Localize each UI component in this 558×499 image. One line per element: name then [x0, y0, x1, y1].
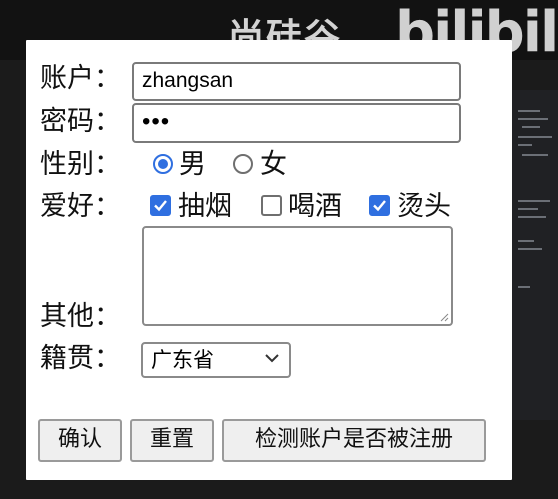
hobby-drinking-checkbox[interactable]: [261, 195, 282, 216]
hometown-select[interactable]: 广东省: [141, 342, 291, 378]
hobby-smoking-label: 抽烟: [178, 191, 232, 222]
checkmark-icon: [154, 200, 167, 212]
code-editor-strip: [512, 90, 558, 420]
account-input[interactable]: zhangsan: [132, 62, 461, 101]
gender-female-label: 女: [260, 149, 287, 180]
gender-label: 性别：: [40, 149, 121, 180]
other-textarea[interactable]: [142, 226, 453, 326]
other-label: 其他：: [40, 301, 121, 332]
gender-male-radio[interactable]: [153, 154, 173, 174]
gender-female-radio[interactable]: [233, 154, 253, 174]
hobby-smoking-checkbox[interactable]: [150, 195, 171, 216]
hometown-selected-value: 广东省: [151, 348, 214, 372]
chevron-down-icon: [265, 354, 279, 363]
registration-form: 账户： zhangsan 密码： ••• 性别： 男 女 爱好： 抽烟 喝酒 烫…: [26, 40, 512, 480]
hometown-label: 籍贯：: [40, 343, 121, 374]
gender-male-label: 男: [179, 149, 206, 180]
password-input[interactable]: •••: [132, 103, 461, 143]
check-account-button[interactable]: 检测账户是否被注册: [222, 419, 486, 462]
confirm-button[interactable]: 确认: [38, 419, 122, 462]
hobby-perm-checkbox[interactable]: [369, 195, 390, 216]
account-label: 账户：: [40, 63, 121, 94]
reset-button[interactable]: 重置: [130, 419, 214, 462]
checkmark-icon: [373, 200, 386, 212]
hobby-drinking-label: 喝酒: [288, 191, 342, 222]
hobby-perm-label: 烫头: [397, 191, 451, 222]
password-label: 密码：: [40, 106, 121, 137]
resize-handle-icon[interactable]: [440, 313, 449, 322]
hobby-label: 爱好：: [40, 191, 121, 222]
